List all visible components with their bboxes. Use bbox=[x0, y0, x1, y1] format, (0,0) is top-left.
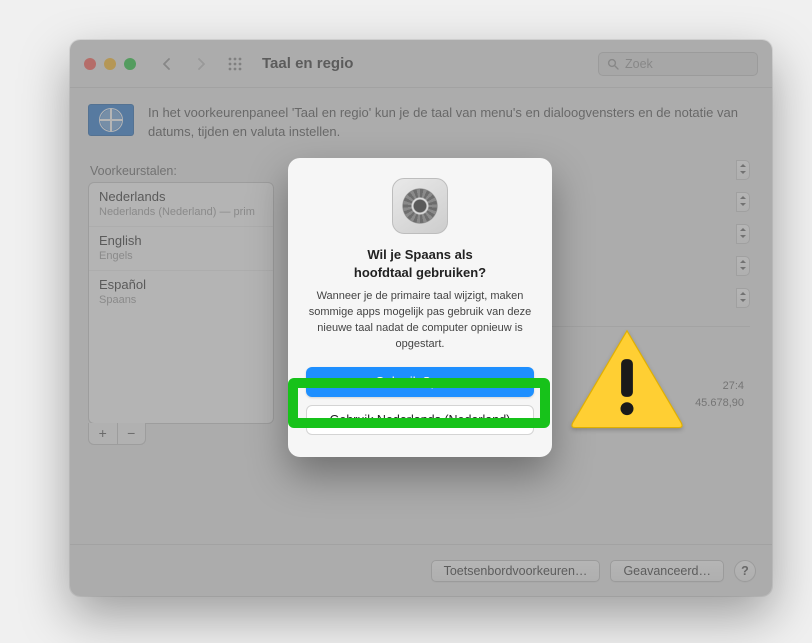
confirm-dialog: Wil je Spaans als hoofdtaal gebruiken? W… bbox=[288, 158, 552, 457]
system-preferences-icon bbox=[392, 178, 448, 234]
use-spanish-button[interactable]: Gebruik Spaans bbox=[306, 367, 534, 397]
warning-icon bbox=[568, 326, 686, 430]
dialog-body: Wanneer je de primaire taal wijzigt, mak… bbox=[306, 289, 534, 353]
use-dutch-button[interactable]: Gebruik Nederlands (Nederland) bbox=[306, 405, 534, 435]
dialog-heading: Wil je Spaans als hoofdtaal gebruiken? bbox=[306, 246, 534, 281]
